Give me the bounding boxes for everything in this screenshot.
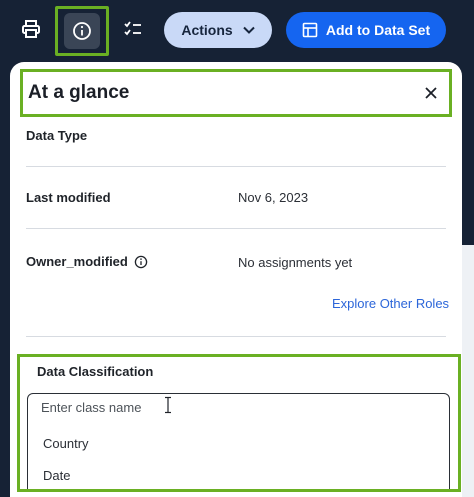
explore-other-roles-link[interactable]: Explore Other Roles xyxy=(332,296,449,311)
class-dropdown: Country Date xyxy=(27,421,450,489)
text-cursor-icon xyxy=(165,396,171,414)
actions-label: Actions xyxy=(181,22,233,38)
right-backdrop xyxy=(462,245,474,497)
printer-icon xyxy=(22,20,40,38)
data-classification-section: Data Classification Country Date xyxy=(17,354,461,492)
add-to-data-set-label: Add to Data Set xyxy=(325,22,431,38)
owner-row: Owner_modified xyxy=(26,254,148,269)
close-button[interactable] xyxy=(421,83,441,103)
owner-value: No assignments yet xyxy=(238,255,353,270)
print-button[interactable] xyxy=(14,12,48,46)
info-button-surface xyxy=(64,13,100,49)
panel-header: At a glance xyxy=(20,69,452,117)
divider xyxy=(26,228,446,229)
chevron-down-icon xyxy=(242,26,255,34)
checklist-button[interactable] xyxy=(116,12,150,46)
close-icon xyxy=(425,87,437,99)
at-a-glance-panel: At a glance Data Type Last modified Nov … xyxy=(10,62,462,497)
last-modified-label: Last modified xyxy=(26,190,111,205)
table-icon xyxy=(302,22,318,38)
panel-title: At a glance xyxy=(28,82,130,103)
divider xyxy=(26,166,446,167)
info-circle-icon[interactable] xyxy=(134,255,148,269)
owner-label: Owner_modified xyxy=(26,254,128,269)
info-circle-icon xyxy=(73,22,91,40)
actions-button[interactable]: Actions xyxy=(164,12,272,48)
dropdown-option-country[interactable]: Country xyxy=(43,436,89,451)
left-backdrop xyxy=(0,60,10,497)
add-to-data-set-button[interactable]: Add to Data Set xyxy=(286,12,446,48)
data-classification-label: Data Classification xyxy=(37,364,154,379)
checklist-icon xyxy=(124,21,141,36)
divider xyxy=(26,336,446,337)
info-button[interactable] xyxy=(55,6,109,56)
last-modified-value: Nov 6, 2023 xyxy=(238,190,309,205)
class-name-input[interactable] xyxy=(27,393,450,422)
data-type-label: Data Type xyxy=(26,128,88,143)
dropdown-option-date[interactable]: Date xyxy=(43,468,70,483)
